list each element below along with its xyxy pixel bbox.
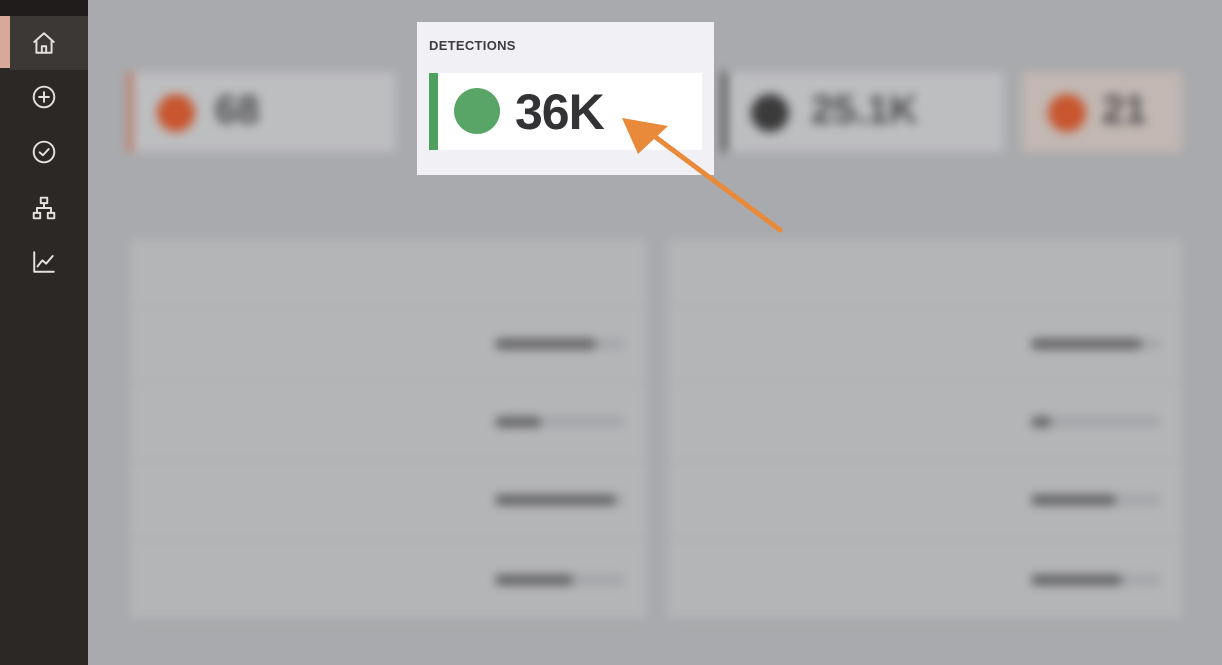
progress-fill: [495, 495, 616, 505]
divider: [667, 383, 1183, 384]
progress-bar: [495, 575, 625, 585]
progress-bar: [1031, 575, 1161, 585]
detections-accent-bar: [429, 73, 438, 150]
home-icon[interactable]: [30, 29, 58, 57]
stat-dot: [751, 94, 789, 132]
stat-card-events[interactable]: 25.1K: [722, 72, 1003, 152]
stat-card-sessions[interactable]: 68: [128, 72, 395, 152]
progress-fill: [1031, 495, 1116, 505]
status-dot-icon: [454, 88, 500, 134]
table-right: [666, 238, 1184, 620]
divider: [667, 539, 1183, 540]
divider: [129, 383, 647, 384]
progress-bar: [1031, 495, 1161, 505]
sidebar-accent: [0, 16, 10, 68]
progress-bar: [495, 339, 625, 349]
stat-value: 25.1K: [811, 88, 918, 132]
stat-value: 68: [215, 88, 260, 132]
plus-circle-icon[interactable]: [30, 83, 58, 111]
hierarchy-icon[interactable]: [30, 194, 58, 222]
progress-fill: [1031, 417, 1051, 427]
sidebar: [0, 0, 88, 665]
progress-fill: [1031, 575, 1122, 585]
stat-dot: [1048, 94, 1086, 132]
detections-title: DETECTIONS: [429, 38, 516, 53]
progress-fill: [1031, 339, 1142, 349]
table-left: [128, 238, 648, 620]
sidebar-top-bar: [0, 0, 88, 16]
progress-fill: [495, 339, 597, 349]
progress-bar: [1031, 417, 1161, 427]
progress-fill: [495, 575, 573, 585]
detections-stat[interactable]: 36K: [429, 73, 702, 150]
stat-dot: [157, 94, 195, 132]
chart-line-icon[interactable]: [30, 248, 58, 276]
stat-value: 21: [1102, 88, 1147, 132]
divider: [667, 461, 1183, 462]
progress-bar: [495, 417, 625, 427]
progress-fill: [495, 417, 541, 427]
divider: [129, 461, 647, 462]
divider: [667, 305, 1183, 306]
stat-card-alerts[interactable]: 21: [1022, 72, 1182, 152]
check-circle-icon[interactable]: [30, 138, 58, 166]
divider: [129, 539, 647, 540]
detections-value: 36K: [515, 84, 605, 140]
progress-bar: [1031, 339, 1161, 349]
progress-bar: [495, 495, 625, 505]
detections-card-highlight[interactable]: DETECTIONS 36K: [417, 22, 714, 175]
divider: [129, 305, 647, 306]
